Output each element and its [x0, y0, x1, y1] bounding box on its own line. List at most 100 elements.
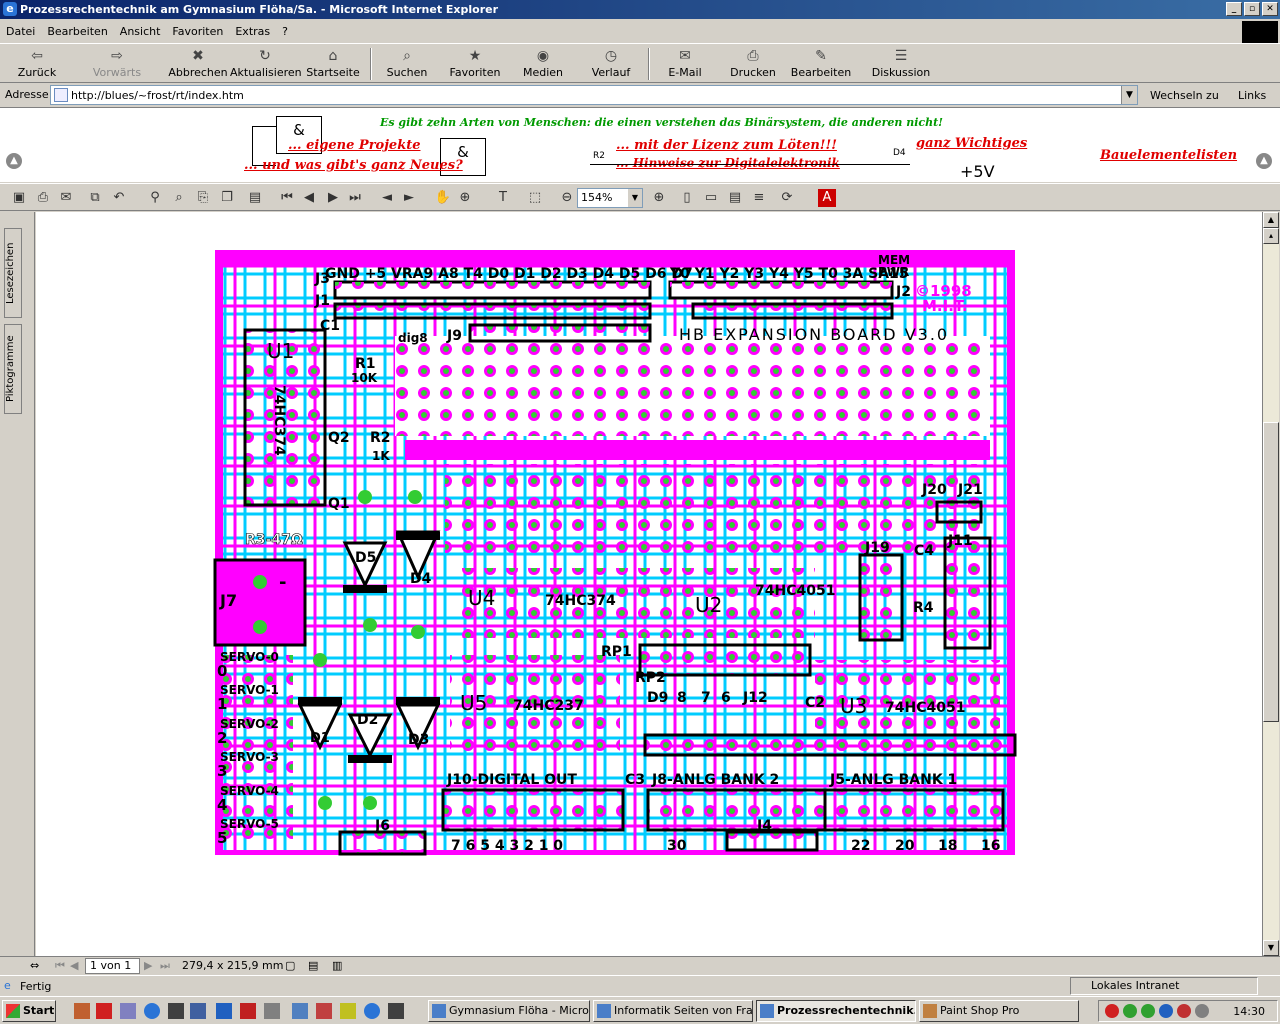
scroll-thumb[interactable]: [1263, 422, 1279, 722]
zoom-tool-icon[interactable]: ⊕: [456, 189, 474, 207]
links-button[interactable]: Links: [1238, 89, 1266, 102]
mail-button[interactable]: ✉ E-Mail: [650, 46, 720, 82]
quicklaunch-ie-icon[interactable]: [144, 1003, 160, 1019]
quicklaunch-icon-3[interactable]: [120, 1003, 136, 1019]
fit-width-icon[interactable]: ▤: [726, 189, 744, 207]
select-text-icon[interactable]: ⎘: [194, 189, 212, 207]
zoom-field[interactable]: 154% ▼: [577, 188, 643, 208]
quicklaunch-icon-2[interactable]: [96, 1003, 112, 1019]
next-page-icon[interactable]: ▶: [324, 189, 342, 207]
go-button[interactable]: Wechseln zu: [1150, 89, 1219, 102]
maximize-button[interactable]: ▫: [1244, 2, 1260, 16]
menu-help[interactable]: ?: [276, 25, 294, 38]
task-prozessrechentechnik[interactable]: Prozessrechentechnik...: [756, 1000, 916, 1022]
save-icon[interactable]: ▣: [10, 189, 28, 207]
find-icon[interactable]: ⚲: [146, 189, 164, 207]
acrobat-icon[interactable]: A: [818, 189, 836, 207]
tab-lesezeichen[interactable]: Lesezeichen: [4, 228, 22, 318]
prev-page-icon[interactable]: ◀: [300, 189, 318, 207]
tray-icon-3[interactable]: [1141, 1004, 1155, 1018]
continuous-icon[interactable]: ▤: [308, 959, 318, 972]
last-page-small-icon[interactable]: ⏭: [160, 959, 170, 973]
pages-icon[interactable]: ❐: [218, 189, 236, 207]
history-button[interactable]: ◷ Verlauf: [576, 46, 646, 82]
first-page-small-icon[interactable]: ⏮: [55, 959, 65, 973]
zoom-in-icon[interactable]: ⊕: [650, 189, 668, 207]
page-number-field[interactable]: 1 von 1: [85, 958, 140, 974]
home-button[interactable]: ⌂ Startseite: [298, 46, 368, 82]
quicklaunch-icon-5[interactable]: [168, 1003, 184, 1019]
scroll-left-icon[interactable]: ▲: [6, 153, 22, 169]
nav-lizenz-loeten[interactable]: ... mit der Lizenz zum Löten!!!: [616, 138, 837, 153]
quicklaunch-icon-7[interactable]: [216, 1003, 232, 1019]
task-informatik[interactable]: Informatik Seiten von Fra...: [593, 1000, 753, 1022]
edit-button[interactable]: ✎ Bearbeiten: [786, 46, 856, 82]
tab-piktogramme[interactable]: Piktogramme: [4, 324, 22, 414]
search-button[interactable]: ⌕ Suchen: [372, 46, 442, 82]
tray-icon-5[interactable]: [1177, 1004, 1191, 1018]
tray-icon-2[interactable]: [1123, 1004, 1137, 1018]
refresh-button[interactable]: ↻ Aktualisieren: [230, 46, 302, 82]
scroll-down-icon[interactable]: ▼: [1263, 940, 1279, 956]
task-paint-shop-pro[interactable]: Paint Shop Pro: [919, 1000, 1079, 1022]
address-input[interactable]: http://blues/~frost/rt/index.htm ▼: [50, 85, 1138, 105]
prev-page-small-icon[interactable]: ◀: [70, 959, 78, 972]
forward-button[interactable]: ⇨ Vorwärts: [82, 46, 152, 82]
minimize-button[interactable]: _: [1226, 2, 1242, 16]
address-dropdown[interactable]: ▼: [1121, 86, 1137, 104]
quicklaunch-icon-12[interactable]: [340, 1003, 356, 1019]
menu-datei[interactable]: Datei: [0, 25, 41, 38]
email-icon[interactable]: ✉: [57, 189, 75, 207]
rotate-icon[interactable]: ⟳: [778, 189, 796, 207]
tray-volume-icon[interactable]: [1195, 1004, 1209, 1018]
scroll-right-icon[interactable]: ▲: [1256, 153, 1272, 169]
menu-ansicht[interactable]: Ansicht: [114, 25, 167, 38]
stop-button[interactable]: ✖ Abbrechen: [163, 46, 233, 82]
forward-view-icon[interactable]: ►: [400, 189, 418, 207]
nav-digitalelektronik[interactable]: ... Hinweise zur Digitalelektronik: [616, 156, 840, 170]
zoom-dropdown[interactable]: ▼: [628, 189, 642, 207]
facing-icon[interactable]: ▥: [332, 959, 342, 972]
next-page-small-icon[interactable]: ▶: [144, 959, 152, 972]
hand-tool-icon[interactable]: ✋: [434, 189, 452, 207]
nav-ganz-neues[interactable]: ... und was gibt's ganz Neues?: [244, 158, 463, 173]
quicklaunch-icon-9[interactable]: [264, 1003, 280, 1019]
search-doc-icon[interactable]: ⌕: [170, 189, 188, 207]
back-view-icon[interactable]: ◄: [378, 189, 396, 207]
quicklaunch-icon-14[interactable]: [388, 1003, 404, 1019]
quicklaunch-icon-8[interactable]: [240, 1003, 256, 1019]
scroll-up-icon[interactable]: ▲: [1263, 212, 1279, 228]
close-button[interactable]: ✕: [1262, 2, 1278, 16]
pdf-vertical-scrollbar[interactable]: ▲ ▴ ▼: [1262, 212, 1279, 956]
menu-favoriten[interactable]: Favoriten: [166, 25, 229, 38]
copy-icon[interactable]: ⧉: [86, 189, 104, 207]
quicklaunch-icon-11[interactable]: [316, 1003, 332, 1019]
actual-size-icon[interactable]: ▯: [678, 189, 696, 207]
text-select-icon[interactable]: T: [494, 189, 512, 207]
quicklaunch-icon-13[interactable]: [364, 1003, 380, 1019]
print-button[interactable]: ⎙ Drucken: [718, 46, 788, 82]
scroll-up2-icon[interactable]: ▴: [1263, 228, 1279, 244]
panel-icon[interactable]: ▤: [246, 189, 264, 207]
tray-stop-icon[interactable]: [1105, 1004, 1119, 1018]
single-page-icon[interactable]: ▢: [285, 959, 295, 972]
favorites-button[interactable]: ★ Favoriten: [440, 46, 510, 82]
nav-ganz-wichtiges[interactable]: ganz Wichtiges: [916, 136, 1027, 151]
zoom-out-icon[interactable]: ⊖: [558, 189, 576, 207]
reflow-icon[interactable]: ≡: [750, 189, 768, 207]
media-button[interactable]: ◉ Medien: [508, 46, 578, 82]
nav-bauelementelisten[interactable]: Bauelementelisten: [1100, 148, 1237, 163]
quicklaunch-icon-1[interactable]: [74, 1003, 90, 1019]
task-gymnasium[interactable]: Gymnasium Flöha - Micros...: [428, 1000, 590, 1022]
last-page-icon[interactable]: ⏭: [346, 189, 364, 207]
nav-pane-icon[interactable]: ⇔: [30, 959, 39, 972]
fit-page-icon[interactable]: ▭: [702, 189, 720, 207]
nav-eigene-projekte[interactable]: ... eigene Projekte: [288, 138, 420, 153]
menu-extras[interactable]: Extras: [229, 25, 276, 38]
tray-icon-4[interactable]: [1159, 1004, 1173, 1018]
back-button[interactable]: ⇦ Zurück: [2, 46, 72, 82]
snapshot-icon[interactable]: ⬚: [526, 189, 544, 207]
menu-bearbeiten[interactable]: Bearbeiten: [41, 25, 113, 38]
discuss-button[interactable]: ☰ Diskussion: [866, 46, 936, 82]
print-icon[interactable]: ⎙: [34, 189, 52, 207]
